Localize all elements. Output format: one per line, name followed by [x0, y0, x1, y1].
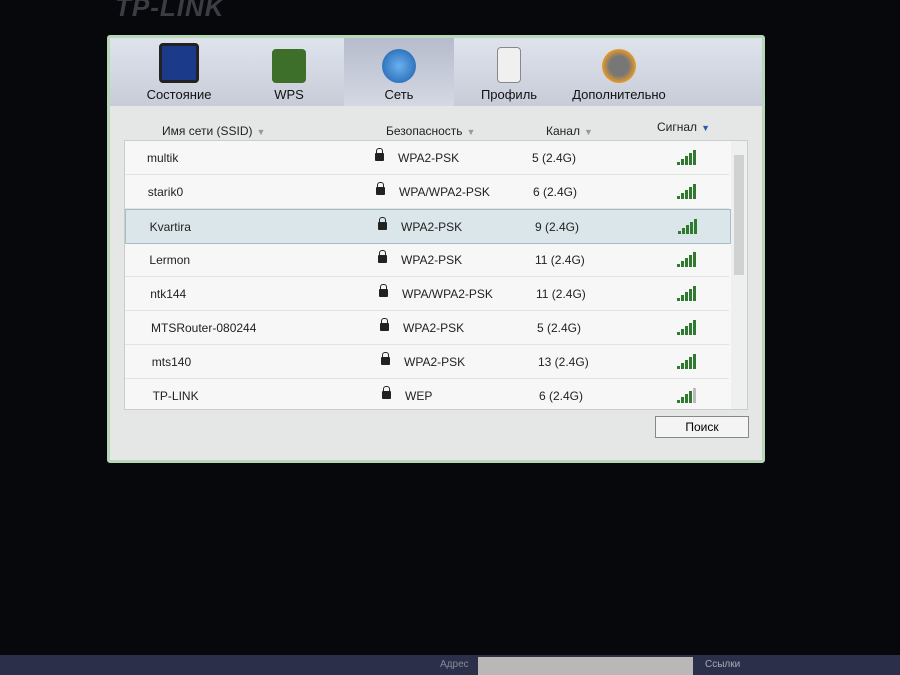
- tab-label: Профиль: [480, 87, 538, 102]
- signal-strength-icon: [677, 351, 696, 369]
- network-security: WPA2-PSK: [398, 151, 460, 165]
- network-channel: 13 (2.4G): [538, 355, 589, 369]
- links-label: Ссылки: [705, 659, 741, 670]
- network-row[interactable]: TP-LINK WEP 6 (2.4G): [125, 379, 729, 413]
- tp-link-utility-window: Состояние WPS Сеть Профиль Дополнительно Имя…: [107, 35, 765, 463]
- lock-icon: [375, 148, 384, 161]
- network-row[interactable]: multik WPA2-PSK 5 (2.4G): [125, 141, 729, 175]
- network-security: WEP: [405, 389, 433, 403]
- tab-4[interactable]: Дополнительно: [564, 38, 674, 106]
- tab-label: Состояние: [146, 87, 212, 102]
- network-channel: 6 (2.4G): [539, 389, 584, 403]
- network-security: WPA/WPA2-PSK: [402, 287, 493, 301]
- network-security: WPA2-PSK: [401, 253, 463, 267]
- lock-icon: [378, 217, 387, 230]
- network-row[interactable]: Lermon WPA2-PSK 11 (2.4G): [125, 243, 729, 277]
- signal-strength-icon: [677, 249, 696, 267]
- tab-label: Дополнительно: [572, 87, 666, 102]
- network-security: WPA2-PSK: [403, 321, 465, 335]
- profile-icon: [497, 47, 521, 83]
- gears-icon: [602, 49, 636, 83]
- network-channel: 5 (2.4G): [537, 321, 582, 335]
- network-ssid: multik: [147, 151, 179, 165]
- tab-3[interactable]: Профиль: [454, 38, 564, 106]
- network-security: WPA2-PSK: [404, 355, 466, 369]
- signal-strength-icon: [677, 283, 696, 301]
- network-row[interactable]: Kvartira WPA2-PSK 9 (2.4G): [125, 209, 731, 244]
- network-security: WPA2-PSK: [401, 220, 463, 234]
- network-list: multik WPA2-PSK 5 (2.4G) starik0 WPA/WPA…: [124, 140, 748, 413]
- search-button[interactable]: Поиск: [655, 416, 749, 438]
- tab-label: WPS: [274, 87, 304, 102]
- network-row[interactable]: mts140 WPA2-PSK 13 (2.4G): [125, 345, 729, 379]
- address-label: Адрес: [440, 659, 469, 670]
- lock-icon: [378, 250, 387, 263]
- tab-1[interactable]: WPS: [234, 38, 344, 106]
- lock-icon: [376, 182, 385, 195]
- network-channel: 9 (2.4G): [535, 220, 580, 234]
- column-channel[interactable]: Канал ▼: [546, 124, 593, 138]
- column-security[interactable]: Безопасность ▼: [386, 124, 475, 138]
- wps-lock-icon: [272, 49, 306, 83]
- tab-label: Сеть: [384, 87, 414, 102]
- network-channel: 6 (2.4G): [533, 185, 578, 199]
- signal-strength-icon: [677, 385, 696, 403]
- network-channel: 11 (2.4G): [536, 287, 586, 301]
- globe-icon: [382, 49, 416, 83]
- scrollbar-thumb[interactable]: [734, 155, 744, 275]
- network-ssid: ntk144: [150, 287, 187, 301]
- toolbar-tabs: Состояние WPS Сеть Профиль Дополнительно: [110, 38, 762, 106]
- lock-icon: [380, 318, 389, 331]
- network-ssid: TP-LINK: [152, 389, 199, 403]
- network-ssid: Lermon: [149, 253, 191, 267]
- network-channel: 5 (2.4G): [532, 151, 577, 165]
- address-input[interactable]: [478, 657, 693, 675]
- signal-strength-icon: [678, 216, 697, 234]
- scrollbar[interactable]: [731, 141, 747, 409]
- lock-icon: [381, 352, 390, 365]
- tp-link-logo: TP-LINK: [115, 0, 225, 22]
- column-ssid[interactable]: Имя сети (SSID) ▼: [162, 124, 265, 138]
- lock-icon: [379, 284, 388, 297]
- network-row[interactable]: MTSRouter-080244 WPA2-PSK 5 (2.4G): [125, 311, 729, 345]
- signal-strength-icon: [677, 147, 696, 165]
- network-ssid: MTSRouter-080244: [151, 321, 257, 335]
- signal-strength-icon: [677, 317, 696, 335]
- network-security: WPA/WPA2-PSK: [399, 185, 490, 199]
- network-row[interactable]: starik0 WPA/WPA2-PSK 6 (2.4G): [125, 175, 729, 209]
- column-headers: Имя сети (SSID) ▼ Безопасность ▼ Канал ▼ Си…: [110, 106, 762, 138]
- network-ssid: Kvartira: [149, 220, 191, 234]
- column-signal[interactable]: Сигнал ▼: [657, 120, 710, 134]
- taskbar: Адрес Ссылки: [0, 655, 900, 675]
- lock-icon: [382, 386, 391, 399]
- tab-2[interactable]: Сеть: [344, 38, 454, 106]
- network-ssid: mts140: [151, 355, 192, 369]
- signal-strength-icon: [677, 181, 696, 199]
- network-channel: 11 (2.4G): [535, 253, 585, 267]
- monitor-icon: [159, 43, 199, 83]
- tab-0[interactable]: Состояние: [124, 38, 234, 106]
- network-ssid: starik0: [147, 185, 184, 199]
- network-row[interactable]: ntk144 WPA/WPA2-PSK 11 (2.4G): [125, 277, 729, 311]
